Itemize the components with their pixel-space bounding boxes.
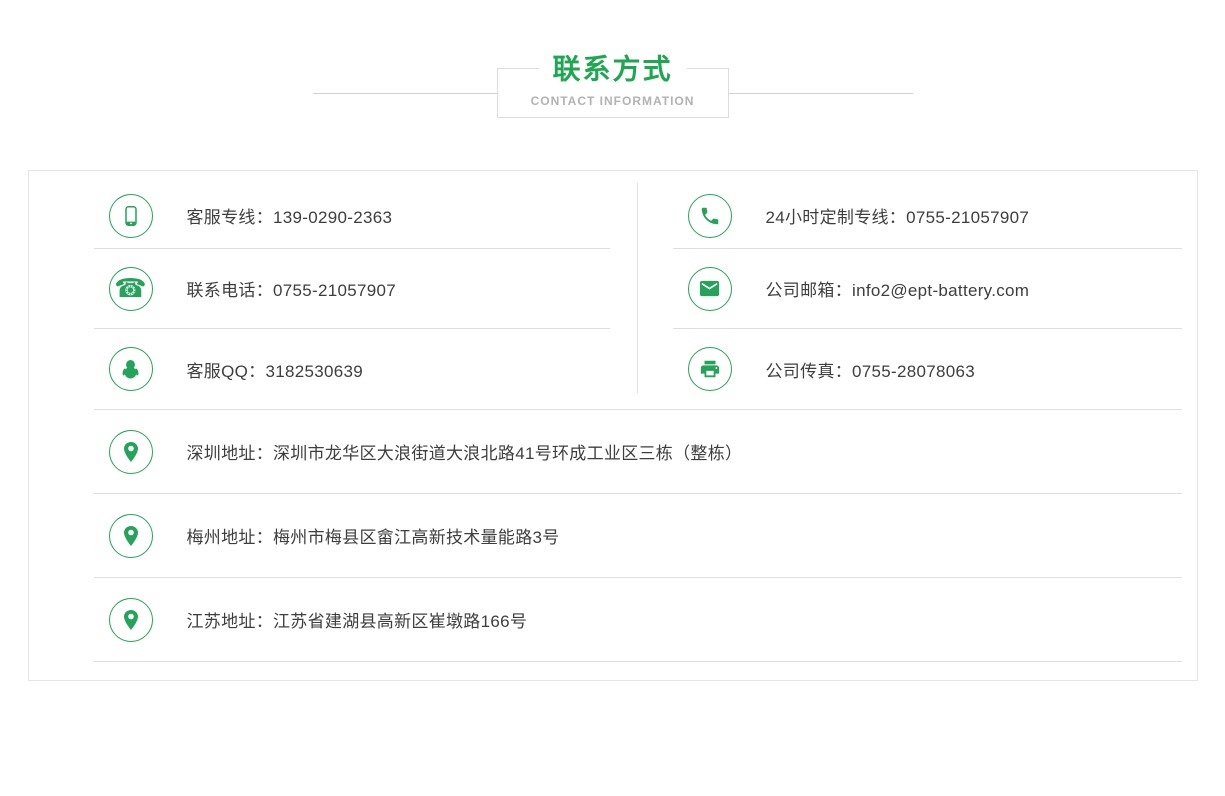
contact-row-qq: 客服QQ：3182530639 bbox=[94, 329, 610, 409]
contact-text: 联系电话：0755-21057907 bbox=[187, 276, 397, 301]
contact-value: 深圳市龙华区大浪街道大浪北路41号环成工业区三栋（整栋） bbox=[273, 444, 742, 463]
contact-label: 江苏地址： bbox=[187, 612, 274, 631]
contact-label: 联系电话： bbox=[187, 281, 274, 300]
contact-text: 梅州地址：梅州市梅县区畲江高新技术量能路3号 bbox=[187, 523, 560, 548]
contact-label: 客服QQ： bbox=[187, 362, 266, 381]
contact-value: 0755-21057907 bbox=[906, 208, 1029, 227]
contact-column-left: 客服专线：139-0290-2363 ☎ 联系电话：0755-21057907 bbox=[94, 183, 610, 409]
contact-value: 0755-28078063 bbox=[852, 362, 975, 381]
phone-handset-icon bbox=[688, 194, 732, 238]
section-title-box: 联系方式 CONTACT INFORMATION bbox=[497, 68, 729, 118]
contact-row-email: 公司邮箱：info2@ept-battery.com bbox=[673, 249, 1182, 329]
contact-panel: 客服专线：139-0290-2363 ☎ 联系电话：0755-21057907 bbox=[28, 170, 1198, 681]
contact-value: 梅州市梅县区畲江高新技术量能路3号 bbox=[273, 528, 560, 547]
page-subtitle: CONTACT INFORMATION bbox=[498, 94, 728, 108]
contact-label: 客服专线： bbox=[187, 208, 274, 227]
mobile-phone-icon bbox=[109, 194, 153, 238]
contact-value: info2@ept-battery.com bbox=[852, 281, 1029, 300]
contact-label: 公司传真： bbox=[766, 362, 853, 381]
contact-label: 梅州地址： bbox=[187, 528, 274, 547]
contact-value: 0755-21057907 bbox=[273, 281, 396, 300]
fax-printer-icon bbox=[688, 347, 732, 391]
page-title: 联系方式 bbox=[538, 47, 686, 87]
location-pin-icon bbox=[109, 430, 153, 474]
address-row-meizhou: 梅州地址：梅州市梅县区畲江高新技术量能路3号 bbox=[94, 494, 1182, 578]
contact-text: 客服专线：139-0290-2363 bbox=[187, 203, 393, 228]
contact-text: 江苏地址：江苏省建湖县高新区崔墩路166号 bbox=[187, 607, 528, 632]
contact-label: 24小时定制专线： bbox=[766, 208, 907, 227]
contact-column-right: 24小时定制专线：0755-21057907 公司邮箱：info2@ept-ba… bbox=[673, 183, 1182, 409]
contact-row-fax: 公司传真：0755-28078063 bbox=[673, 329, 1182, 409]
section-header: 联系方式 CONTACT INFORMATION bbox=[313, 68, 913, 118]
column-divider bbox=[637, 183, 638, 393]
address-row-jiangsu: 江苏地址：江苏省建湖县高新区崔墩路166号 bbox=[94, 578, 1182, 662]
contact-text: 深圳地址：深圳市龙华区大浪街道大浪北路41号环成工业区三栋（整栋） bbox=[187, 439, 743, 464]
contact-value: 江苏省建湖县高新区崔墩路166号 bbox=[273, 612, 527, 631]
contact-value: 3182530639 bbox=[265, 362, 363, 381]
telephone-icon: ☎ bbox=[109, 267, 153, 311]
address-list: 深圳地址：深圳市龙华区大浪街道大浪北路41号环成工业区三栋（整栋） 梅州地址：梅… bbox=[94, 409, 1182, 662]
contact-columns: 客服专线：139-0290-2363 ☎ 联系电话：0755-21057907 bbox=[94, 183, 1182, 409]
contact-text: 客服QQ：3182530639 bbox=[187, 357, 364, 382]
address-row-shenzhen: 深圳地址：深圳市龙华区大浪街道大浪北路41号环成工业区三栋（整栋） bbox=[94, 410, 1182, 494]
envelope-icon bbox=[688, 267, 732, 311]
contact-value: 139-0290-2363 bbox=[273, 208, 392, 227]
contact-row-phone: ☎ 联系电话：0755-21057907 bbox=[94, 249, 610, 329]
qq-icon bbox=[109, 347, 153, 391]
contact-text: 公司邮箱：info2@ept-battery.com bbox=[766, 276, 1030, 301]
contact-label: 公司邮箱： bbox=[766, 281, 853, 300]
contact-row-custom-hotline: 24小时定制专线：0755-21057907 bbox=[673, 183, 1182, 249]
contact-label: 深圳地址： bbox=[187, 444, 274, 463]
location-pin-icon bbox=[109, 598, 153, 642]
contact-text: 公司传真：0755-28078063 bbox=[766, 357, 976, 382]
contact-row-service-hotline: 客服专线：139-0290-2363 bbox=[94, 183, 610, 249]
location-pin-icon bbox=[109, 514, 153, 558]
contact-text: 24小时定制专线：0755-21057907 bbox=[766, 203, 1030, 228]
contact-page: 联系方式 CONTACT INFORMATION 客服专线：139-0290-2… bbox=[0, 68, 1225, 681]
